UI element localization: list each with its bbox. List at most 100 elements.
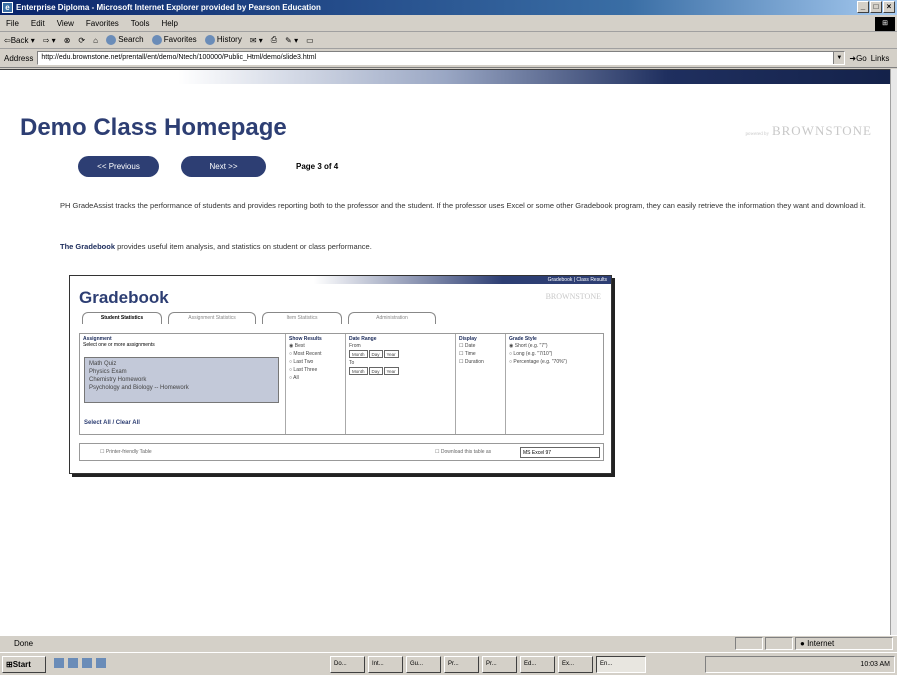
- history-icon: [204, 35, 215, 45]
- gradebook-options-panel: Assignment Select one or more assignment…: [79, 333, 604, 435]
- gradebook-links: Gradebook | Class Results: [547, 277, 607, 283]
- history-button[interactable]: History: [204, 35, 242, 45]
- history-label: History: [216, 35, 242, 45]
- ie-logo-icon: e: [2, 2, 13, 13]
- toolbar: ⇦Back ▾ ⇨ ▾ ⊗ ⟳ ⌂ Search Favorites Histo…: [0, 32, 897, 49]
- stop-icon[interactable]: ⊗: [64, 36, 71, 45]
- checkbox-option: ☐ Date: [459, 343, 476, 349]
- clock: 10:03 AM: [860, 661, 890, 668]
- brand-name: BROWNSTONE: [771, 123, 872, 138]
- windows-logo-icon: ⊞: [875, 17, 895, 31]
- minimize-button[interactable]: _: [857, 1, 869, 13]
- taskbar: ⊞Start Do... Int... Gu... Pr... Pr... Ed…: [0, 652, 897, 675]
- refresh-icon[interactable]: ⟳: [78, 36, 85, 45]
- brand-prefix: powered by: [745, 132, 769, 137]
- gradebook-screenshot: Gradebook | Class Results Gradebook BROW…: [69, 275, 612, 474]
- task-button[interactable]: Pr...: [482, 656, 517, 673]
- printer-option: ☐ Printer-friendly Table: [100, 449, 152, 455]
- search-icon: [105, 35, 116, 45]
- address-input[interactable]: http://edu.brownstone.net/prentall/ent/d…: [37, 51, 846, 65]
- window-titlebar: e Enterprise Diploma - Microsoft Interne…: [0, 0, 897, 15]
- task-button[interactable]: Do...: [330, 656, 365, 673]
- go-button[interactable]: ➜Go: [849, 54, 866, 63]
- menu-favorites[interactable]: Favorites: [86, 19, 119, 28]
- gradebook-tabs: Student Statistics Assignment Statistics…: [82, 312, 436, 324]
- zone-label: Internet: [807, 639, 835, 648]
- edit-icon[interactable]: ✎ ▾: [285, 36, 298, 45]
- gradebook-brand: BROWNSTONE: [545, 292, 601, 301]
- vertical-scrollbar[interactable]: [890, 69, 897, 635]
- start-button[interactable]: ⊞Start: [2, 656, 46, 673]
- radio-option: ◉ Best: [289, 343, 305, 349]
- checkbox-label: Date: [464, 343, 476, 349]
- task-button-active[interactable]: En...: [596, 656, 646, 673]
- task-button[interactable]: Ed...: [520, 656, 555, 673]
- radio-option: ○ All: [289, 375, 299, 381]
- menu-edit[interactable]: Edit: [31, 19, 45, 28]
- from-label: From: [349, 343, 361, 349]
- radio-label: Long (e.g. "7/10"): [513, 351, 553, 357]
- back-label: Back: [10, 35, 29, 45]
- previous-button[interactable]: << Previous: [78, 156, 159, 177]
- task-button[interactable]: Pr...: [444, 656, 479, 673]
- menu-tools[interactable]: Tools: [131, 19, 150, 28]
- system-tray: 10:03 AM: [705, 656, 895, 673]
- tab-assignment-statistics: Assignment Statistics: [168, 312, 256, 324]
- download-label: Download this table as: [440, 449, 492, 455]
- menu-help[interactable]: Help: [161, 19, 177, 28]
- maximize-button[interactable]: □: [870, 1, 882, 13]
- list-item: Math Quiz: [89, 361, 117, 367]
- quick-launch-icon[interactable]: [82, 658, 92, 668]
- discuss-icon[interactable]: ▭: [306, 36, 314, 45]
- address-label: Address: [4, 53, 34, 63]
- radio-label: Short (e.g. "7"): [514, 343, 548, 349]
- home-icon[interactable]: ⌂: [93, 36, 98, 45]
- header-stripe: [0, 70, 890, 84]
- status-cell: [735, 637, 763, 650]
- print-icon[interactable]: ⎙: [271, 35, 277, 45]
- mail-icon[interactable]: ✉ ▾: [250, 36, 263, 45]
- quick-launch-icon[interactable]: [68, 658, 78, 668]
- to-label: To: [349, 360, 355, 366]
- radio-option: ○ Most Recent: [289, 351, 322, 357]
- quick-launch-icon[interactable]: [54, 658, 64, 668]
- gradebook-header-bar: [70, 276, 611, 284]
- start-label: Start: [12, 660, 31, 669]
- links-button[interactable]: Links: [871, 54, 890, 63]
- forward-button[interactable]: ⇨ ▾: [43, 36, 56, 45]
- select-all-link: Select All / Clear All: [84, 420, 140, 426]
- to-selects: Month Day Year: [349, 367, 452, 376]
- radio-label: All: [293, 375, 299, 381]
- window-title: Enterprise Diploma - Microsoft Internet …: [16, 3, 321, 12]
- quick-launch-icon[interactable]: [96, 658, 106, 668]
- close-button[interactable]: ×: [883, 1, 895, 13]
- search-button[interactable]: Search: [105, 35, 144, 45]
- menu-file[interactable]: File: [6, 19, 19, 28]
- download-format-select: MS Excel 97: [520, 447, 600, 458]
- address-bar: Address http://edu.brownstone.net/prenta…: [0, 49, 897, 68]
- next-button[interactable]: Next >>: [181, 156, 266, 177]
- task-list: Do... Int... Gu... Pr... Pr... Ed... Ex.…: [330, 656, 646, 673]
- radio-label: Most Recent: [293, 351, 322, 357]
- month-select: Month: [349, 350, 368, 358]
- chevron-down-icon[interactable]: ▼: [833, 52, 845, 64]
- download-option: ☐ Download this table as: [435, 449, 492, 455]
- grade-style-column: Grade Style ◉ Short (e.g. "7") ○ Long (e…: [506, 334, 605, 434]
- checkbox-option: ☐ Time: [459, 351, 476, 357]
- gradebook-title: Gradebook: [79, 288, 169, 307]
- radio-option: ◉ Short (e.g. "7"): [509, 343, 548, 349]
- radio-label: Last Two: [293, 359, 314, 365]
- radio-label: Last Three: [293, 367, 318, 373]
- favorites-button[interactable]: Favorites: [151, 35, 197, 45]
- task-button[interactable]: Int...: [368, 656, 403, 673]
- menu-bar: File Edit View Favorites Tools Help: [0, 15, 897, 32]
- back-button[interactable]: ⇦Back ▾: [4, 36, 35, 45]
- checkbox-label: Time: [464, 351, 476, 357]
- show-results-column: Show Results ◉ Best ○ Most Recent ○ Last…: [286, 334, 346, 434]
- menu-view[interactable]: View: [57, 19, 74, 28]
- printer-label: Printer-friendly Table: [105, 449, 152, 455]
- task-button[interactable]: Gu...: [406, 656, 441, 673]
- task-button[interactable]: Ex...: [558, 656, 593, 673]
- radio-option: ○ Last Two: [289, 359, 314, 365]
- day-select: Day: [368, 367, 383, 375]
